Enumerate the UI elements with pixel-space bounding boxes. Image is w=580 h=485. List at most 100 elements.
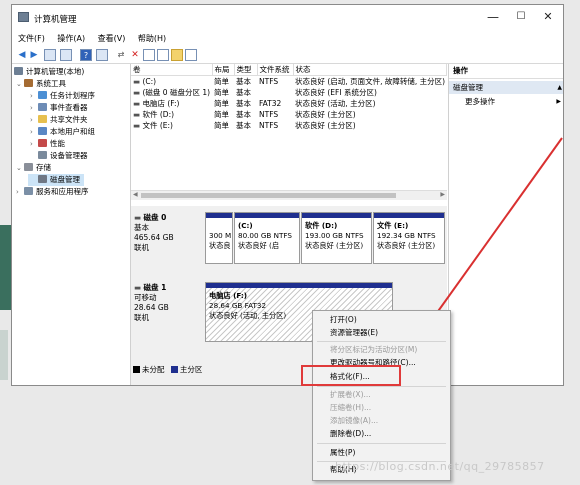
help-icon[interactable]: ? <box>80 49 92 61</box>
context-menu: 打开(O) 资源管理器(E) 将分区标记为活动分区(M) 更改驱动器号和路径(C… <box>312 310 451 481</box>
menu-separator <box>317 341 446 342</box>
up-folder-icon[interactable] <box>44 49 56 61</box>
partition-d[interactable]: 软件 (D:) 193.00 GB NTFS 状态良好 (主分区) <box>301 212 372 264</box>
chevron-right-icon: ▶ <box>556 98 561 105</box>
disk-icon <box>38 175 47 183</box>
computer-icon <box>14 67 23 75</box>
scroll-left-icon[interactable]: ◀ <box>133 191 138 198</box>
tree-shared-folders[interactable]: › 共享文件夹 <box>30 114 88 126</box>
collapse-up-icon[interactable]: ▲ <box>557 81 562 94</box>
chevron-right-icon[interactable]: › <box>16 186 24 198</box>
watermark: https://blog.csdn.net/qq_29785857 <box>335 460 545 473</box>
actions-header: 操作 <box>449 64 563 79</box>
chevron-right-icon[interactable]: › <box>30 114 38 126</box>
column-type[interactable]: 类型 <box>234 64 258 76</box>
tree-root[interactable]: 计算机管理(本地) <box>14 66 84 78</box>
horizontal-scrollbar[interactable]: ◀ ▶ <box>131 190 447 200</box>
table-row[interactable]: ▬ (C:) 简单 基本 NTFS 状态良好 (启动, 页面文件, 故障转储, … <box>131 76 447 88</box>
menu-action[interactable]: 操作(A) <box>57 31 85 47</box>
tree-performance[interactable]: › 性能 <box>30 138 65 150</box>
connect-icon[interactable]: ⇄ <box>115 49 127 61</box>
disk1-label[interactable]: ▬ 磁盘 1 可移动 28.64 GB 联机 <box>134 283 199 323</box>
window-title: 计算机管理 <box>34 15 77 25</box>
table-row[interactable]: ▬ 软件 (D:) 简单 基本 NTFS 状态良好 (主分区) <box>131 109 447 120</box>
column-volume[interactable]: 卷 <box>131 64 213 76</box>
chevron-right-icon[interactable]: › <box>30 90 38 102</box>
tree-system-tools[interactable]: ⌄ 系统工具 <box>16 78 66 90</box>
forward-arrow-icon[interactable]: ▶ <box>28 49 40 61</box>
chevron-right-icon[interactable]: › <box>30 102 38 114</box>
maximize-button[interactable]: ☐ <box>507 7 535 27</box>
device-manager-icon <box>38 151 47 159</box>
menu-item-extend-volume: 扩展卷(X)... <box>330 390 371 399</box>
menu-item-explorer[interactable]: 资源管理器(E) <box>313 326 450 339</box>
table-row[interactable]: ▬ 电脑店 (F:) 简单 基本 FAT32 状态良好 (活动, 主分区) <box>131 98 447 109</box>
tree-disk-management[interactable]: 磁盘管理 <box>28 174 84 186</box>
actions-pane: 操作 磁盘管理 ▲ 更多操作 ▶ <box>448 64 563 385</box>
check-icon[interactable] <box>143 49 155 61</box>
tree-local-users[interactable]: › 本地用户和组 <box>30 126 95 138</box>
services-icon <box>24 187 33 195</box>
shared-folder-icon <box>38 115 47 123</box>
unallocated-swatch <box>133 366 140 373</box>
delete-icon[interactable]: ✕ <box>129 49 141 61</box>
menu-separator <box>317 443 446 444</box>
toolbar: ◀ ▶ ? ⇄ ✕ <box>12 47 563 64</box>
table-row[interactable]: ▬ 文件 (E:) 简单 基本 NTFS 状态良好 (主分区) <box>131 120 447 131</box>
title-bar: 计算机管理 — ☐ ✕ <box>12 5 563 31</box>
scrollbar-thumb[interactable] <box>141 193 396 198</box>
minimize-button[interactable]: — <box>479 7 507 27</box>
chevron-right-icon[interactable]: › <box>30 126 38 138</box>
column-filesystem[interactable]: 文件系统 <box>257 64 294 76</box>
actions-disk-management[interactable]: 磁盘管理 ▲ <box>449 81 563 94</box>
menu-file[interactable]: 文件(F) <box>18 31 45 47</box>
tree-storage[interactable]: ⌄ 存储 <box>16 162 51 174</box>
computer-management-icon <box>18 12 29 22</box>
navigation-tree: 计算机管理(本地) ⌄ 系统工具 › 任务计划程序 › 事件查看器 › 共享文件夹 › 本… <box>12 64 131 385</box>
menu-help[interactable]: 帮助(H) <box>138 31 166 47</box>
properties-icon[interactable] <box>185 49 197 61</box>
toolbox-icon <box>24 79 33 87</box>
tree-task-scheduler[interactable]: › 任务计划程序 <box>30 90 95 102</box>
back-arrow-icon[interactable]: ◀ <box>16 49 28 61</box>
computer-management-window: 计算机管理 — ☐ ✕ 文件(F) 操作(A) 查看(V) 帮助(H) ◀ ▶ … <box>11 4 564 386</box>
menu-bar: 文件(F) 操作(A) 查看(V) 帮助(H) <box>12 31 563 47</box>
partition-efi[interactable]: 300 M 状态良 <box>205 212 233 264</box>
storage-icon <box>24 163 33 171</box>
clock-icon <box>38 91 47 99</box>
volume-table: 卷 布局 类型 文件系统 状态 ▬ (C:) 简单 基本 NTFS 状态良好 (… <box>131 64 447 131</box>
performance-icon <box>38 139 47 147</box>
event-viewer-icon <box>38 103 47 111</box>
menu-item-mark-active: 将分区标记为活动分区(M) <box>330 345 418 354</box>
column-layout[interactable]: 布局 <box>212 64 235 76</box>
menu-item-delete-volume[interactable]: 删除卷(D)... <box>313 427 450 440</box>
tree-services-apps[interactable]: › 服务和应用程序 <box>16 186 89 198</box>
close-button[interactable]: ✕ <box>534 7 562 27</box>
chevron-right-icon[interactable]: › <box>30 138 38 150</box>
menu-separator <box>317 386 446 387</box>
view-icon[interactable] <box>96 49 108 61</box>
tree-event-viewer[interactable]: › 事件查看器 <box>30 102 88 114</box>
table-row[interactable]: ▬ (磁盘 0 磁盘分区 1) 简单 基本 状态良好 (EFI 系统分区) <box>131 87 447 98</box>
partition-c[interactable]: (C:) 80.00 GB NTFS 状态良好 (启 <box>234 212 300 264</box>
chevron-down-icon[interactable]: ⌄ <box>16 162 24 174</box>
users-icon <box>38 127 47 135</box>
disk0-label[interactable]: ▬ 磁盘 0 基本 465.64 GB 联机 <box>134 213 199 253</box>
menu-item-add-mirror: 添加镜像(A)... <box>330 416 379 425</box>
column-status[interactable]: 状态 <box>293 64 447 76</box>
chevron-down-icon[interactable]: ⌄ <box>16 78 24 90</box>
folder-icon[interactable] <box>171 49 183 61</box>
export-icon[interactable] <box>157 49 169 61</box>
scroll-right-icon[interactable]: ▶ <box>440 191 445 198</box>
menu-item-shrink-volume: 压缩卷(H)... <box>330 403 372 412</box>
actions-more[interactable]: 更多操作 ▶ <box>449 95 563 108</box>
format-highlight-box <box>301 365 401 386</box>
menu-view[interactable]: 查看(V) <box>98 31 126 47</box>
tree-device-manager[interactable]: 设备管理器 <box>38 150 88 162</box>
menu-item-open[interactable]: 打开(O) <box>313 313 450 326</box>
primary-partition-swatch <box>170 366 178 373</box>
partition-e[interactable]: 文件 (E:) 192.34 GB NTFS 状态良好 (主分区) <box>373 212 445 264</box>
menu-item-properties[interactable]: 属性(P) <box>313 446 450 459</box>
show-hide-tree-icon[interactable] <box>60 49 72 61</box>
partition-legend: 未分配 主分区 <box>133 364 202 375</box>
